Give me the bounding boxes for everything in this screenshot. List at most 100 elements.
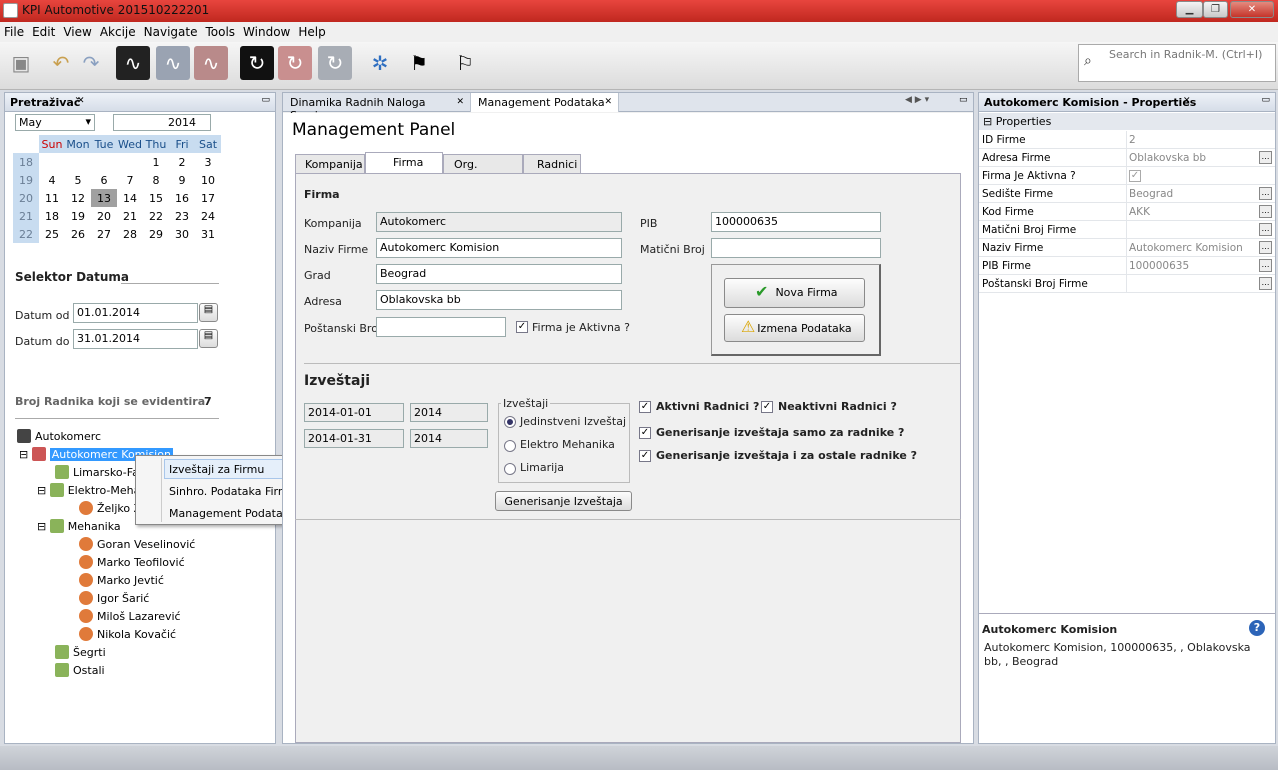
tree-node-worker[interactable]: Goran Veselinović xyxy=(79,537,195,551)
calendar-day[interactable]: 22 xyxy=(143,207,169,225)
calendar-picker-icon[interactable]: ▤ xyxy=(199,329,218,348)
radio-elektro[interactable] xyxy=(504,440,516,452)
property-row[interactable]: Kod Firme AKK… xyxy=(979,203,1275,221)
close-tab-icon[interactable]: ✕ xyxy=(77,96,85,106)
search-box[interactable]: ⌕ Search in Radnik-M. (Ctrl+I) xyxy=(1078,44,1276,82)
neaktivni-radnici-checkbox[interactable]: ✓ xyxy=(761,401,773,413)
tree-node-worker[interactable]: Nikola Kovačić xyxy=(79,627,176,641)
pulse-icon[interactable]: ∿ xyxy=(116,46,150,80)
calendar-day[interactable]: 8 xyxy=(143,171,169,189)
radio-limarija[interactable] xyxy=(504,463,516,475)
save-all-icon[interactable]: ▣ xyxy=(4,46,38,80)
close-tab-icon[interactable]: ✕ xyxy=(456,97,464,107)
report-date-from[interactable]: 2014-01-01 xyxy=(304,403,404,422)
calendar-day[interactable]: 9 xyxy=(169,171,195,189)
year-spinner[interactable]: 2014 xyxy=(113,114,211,131)
kompanija-field[interactable]: Autokomerc xyxy=(376,212,622,232)
property-row[interactable]: Poštanski Broj Firme… xyxy=(979,275,1275,293)
menu-window[interactable]: Window xyxy=(239,22,294,39)
menu-edit[interactable]: Edit xyxy=(28,22,59,39)
minimize-button[interactable]: ▁ xyxy=(1176,1,1203,18)
nova-firma-button[interactable]: ✔ Nova Firma xyxy=(724,278,865,308)
report-year-from[interactable]: 2014 xyxy=(410,403,488,422)
calendar-day[interactable]: 25 xyxy=(39,225,65,243)
tree-node-worker[interactable]: Marko Jevtić xyxy=(79,573,164,587)
calendar-day[interactable]: 11 xyxy=(39,189,65,207)
tab-radnici[interactable]: Radnici xyxy=(523,154,581,174)
redo-icon[interactable]: ↷ xyxy=(74,46,108,80)
menu-akcije[interactable]: Akcije xyxy=(96,22,140,39)
menu-tools[interactable]: Tools xyxy=(201,22,239,39)
ellipsis-button[interactable]: … xyxy=(1259,223,1272,236)
property-row[interactable]: Adresa Firme Oblakovska bb… xyxy=(979,149,1275,167)
calendar-day[interactable]: 23 xyxy=(169,207,195,225)
pib-field[interactable]: 100000635 xyxy=(711,212,881,232)
calendar-day[interactable]: 4 xyxy=(39,171,65,189)
postanski-field[interactable] xyxy=(376,317,506,337)
calendar-day[interactable]: 27 xyxy=(91,225,117,243)
calendar-day[interactable]: 19 xyxy=(65,207,91,225)
calendar-picker-icon[interactable]: ▤ xyxy=(199,303,218,322)
calendar-day[interactable]: 16 xyxy=(169,189,195,207)
calendar-day[interactable]: 10 xyxy=(195,171,221,189)
property-row[interactable]: ID Firme 2 xyxy=(979,131,1275,149)
calendar-day[interactable]: 1 xyxy=(143,153,169,171)
adresa-field[interactable]: Oblakovska bb xyxy=(376,290,622,310)
calendar-day[interactable]: 7 xyxy=(117,171,143,189)
help-icon[interactable]: ? xyxy=(1249,620,1265,636)
calendar-day[interactable]: 5 xyxy=(65,171,91,189)
menu-navigate[interactable]: Navigate xyxy=(140,22,202,39)
properties-section[interactable]: ⊟ Properties xyxy=(979,113,1275,130)
tree-node-mehanika[interactable]: ⊟ Mehanika xyxy=(37,519,121,533)
tree-node-limarsko[interactable]: Limarsko-Far xyxy=(55,465,143,479)
calendar-day-selected[interactable]: 13 xyxy=(91,189,117,207)
naziv-field[interactable]: Autokomerc Komision xyxy=(376,238,622,258)
calendar-day[interactable]: 15 xyxy=(143,189,169,207)
maximize-panel-icon[interactable]: ▭ xyxy=(959,95,968,105)
ostale-radnike-checkbox[interactable]: ✓ xyxy=(639,450,651,462)
refresh-icon[interactable]: ↻ xyxy=(240,46,274,80)
tab-firma[interactable]: Firma xyxy=(365,152,443,174)
izmena-podataka-button[interactable]: ⚠ Izmena Podataka xyxy=(724,314,865,342)
property-row[interactable]: Firma Je Aktivna ? ✓ xyxy=(979,167,1275,185)
calendar-day[interactable]: 6 xyxy=(91,171,117,189)
calendar-day[interactable]: 31 xyxy=(195,225,221,243)
menu-view[interactable]: View xyxy=(59,22,95,39)
finish-flag-icon[interactable]: ⚑ xyxy=(402,46,436,80)
network-icon[interactable]: ✲ xyxy=(363,46,397,80)
calendar-day[interactable]: 20 xyxy=(91,207,117,225)
radio-jedinstveni[interactable] xyxy=(504,416,516,428)
tree-node-root[interactable]: Autokomerc xyxy=(17,429,101,443)
calendar-day[interactable]: 30 xyxy=(169,225,195,243)
calendar-day[interactable]: 24 xyxy=(195,207,221,225)
calendar-day[interactable] xyxy=(117,153,143,171)
tree-node-ostali[interactable]: Ostali xyxy=(55,663,105,677)
ellipsis-button[interactable]: … xyxy=(1259,205,1272,218)
calendar-day[interactable]: 18 xyxy=(39,207,65,225)
maximize-button[interactable]: ❐ xyxy=(1203,1,1228,18)
date-to-field[interactable]: 31.01.2014 xyxy=(73,329,198,349)
pulse-red-icon[interactable]: ∿ xyxy=(194,46,228,80)
generisanje-izvestaja-button[interactable]: Generisanje Izveštaja xyxy=(495,491,632,511)
tree-node-elektro[interactable]: ⊟ Elektro-Meha xyxy=(37,483,140,497)
calendar-day[interactable]: 2 xyxy=(169,153,195,171)
report-date-to[interactable]: 2014-01-31 xyxy=(304,429,404,448)
minimize-panel-icon[interactable]: ▭ xyxy=(1261,95,1270,105)
aktivni-radnici-checkbox[interactable]: ✓ xyxy=(639,401,651,413)
calendar-day[interactable]: 12 xyxy=(65,189,91,207)
firma-aktivna-checkbox[interactable]: ✓ xyxy=(516,321,528,333)
samo-radnike-checkbox[interactable]: ✓ xyxy=(639,427,651,439)
tab-management[interactable]: Management Podataka ✕ xyxy=(471,93,619,112)
tree-node-worker[interactable]: Miloš Lazarević xyxy=(79,609,181,623)
menu-file[interactable]: File xyxy=(0,22,28,39)
tree-node-worker[interactable]: Igor Šarić xyxy=(79,591,149,605)
tab-kompanija[interactable]: Kompanija xyxy=(295,154,365,174)
calendar-day[interactable] xyxy=(39,153,65,171)
calendar-day[interactable]: 21 xyxy=(117,207,143,225)
month-select[interactable]: May ▾ xyxy=(15,114,95,131)
ellipsis-button[interactable]: … xyxy=(1259,277,1272,290)
property-row[interactable]: Matični Broj Firme… xyxy=(979,221,1275,239)
date-from-field[interactable]: 01.01.2014 xyxy=(73,303,198,323)
context-menu-item[interactable]: Management Podataka xyxy=(169,507,296,520)
context-menu-item[interactable]: Sinhro. Podataka Firme xyxy=(169,485,295,498)
